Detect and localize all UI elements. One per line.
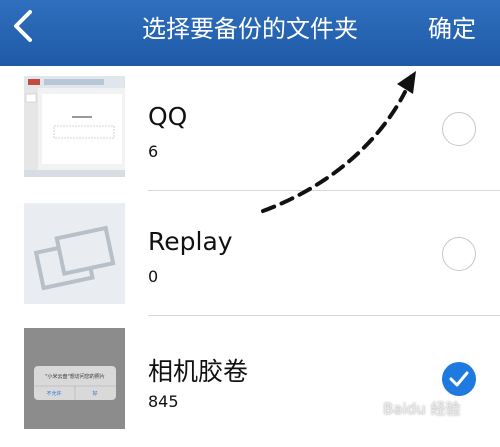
folder-name: 相机胶卷	[148, 357, 249, 386]
dialog-title-text: "小米云盘"想访问您的照片	[45, 373, 105, 380]
watermark: Baidu 经验	[383, 400, 461, 418]
folder-count: 0	[148, 267, 159, 286]
folder-thumbnail-qq	[24, 76, 125, 177]
folder-name: Replay	[148, 227, 233, 256]
folder-count: 845	[148, 392, 179, 411]
back-button[interactable]	[4, 6, 44, 46]
confirm-button[interactable]: 确定	[428, 9, 476, 44]
chevron-left-icon	[14, 10, 32, 42]
folder-thumbnail-replay	[24, 203, 125, 304]
select-radio-replay[interactable]	[442, 237, 476, 271]
checkmark-icon	[449, 371, 469, 387]
folder-thumbnail-camera-roll: "小米云盘"想访问您的照片 不允许 好	[24, 328, 125, 429]
photo-placeholder-thumb-icon	[24, 203, 125, 304]
select-radio-qq[interactable]	[442, 112, 476, 146]
document-screenshot-thumb-icon	[24, 76, 125, 177]
folder-count: 6	[148, 142, 159, 161]
dialog-screenshot-thumb-icon: "小米云盘"想访问您的照片 不允许 好	[24, 328, 125, 429]
folder-row-camera-roll[interactable]: "小米云盘"想访问您的照片 不允许 好 相机胶卷 845	[0, 316, 500, 441]
folder-row-qq[interactable]: QQ 6	[0, 66, 500, 191]
folder-row-replay[interactable]: Replay 0	[0, 191, 500, 316]
page-title: 选择要备份的文件夹	[142, 15, 358, 43]
dialog-left-text: 不允许	[46, 390, 61, 397]
select-radio-camera-roll[interactable]	[442, 362, 476, 396]
folder-name: QQ	[148, 102, 188, 131]
dialog-right-text: 好	[92, 390, 97, 397]
navigation-bar: 选择要备份的文件夹 确定	[0, 0, 500, 66]
